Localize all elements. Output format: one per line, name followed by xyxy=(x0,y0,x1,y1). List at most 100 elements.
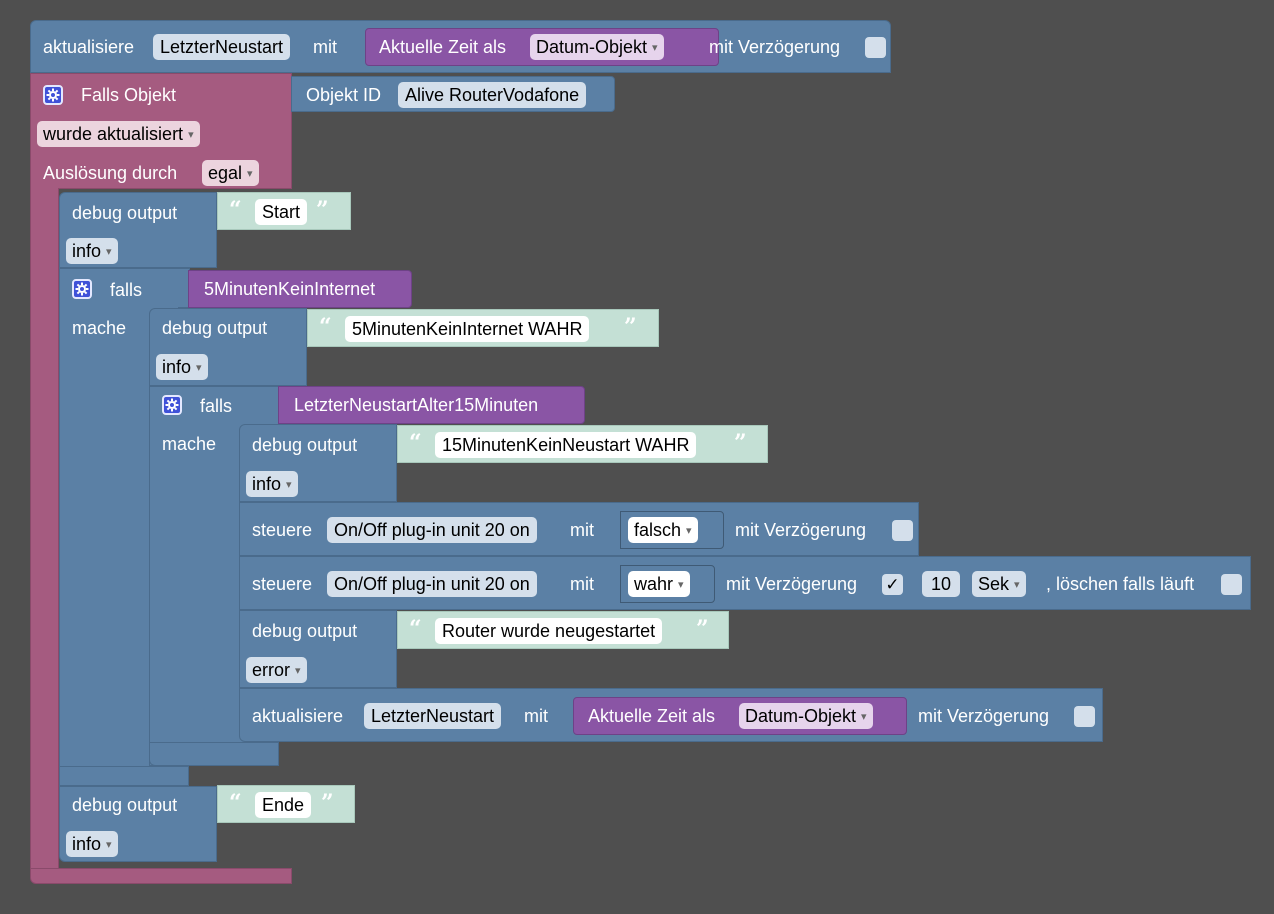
text-block-15min[interactable]: “ 15MinutenKeinNeustart WAHR ” xyxy=(397,425,768,463)
do-label: mache xyxy=(72,318,127,338)
text-block-5min[interactable]: “ 5MinutenKeinInternet WAHR ” xyxy=(307,309,659,347)
open-quote-icon: “ xyxy=(409,616,422,642)
chevron-down-icon: ▾ xyxy=(247,168,253,181)
update-keyword: aktualisiere xyxy=(252,706,344,726)
current-time-block[interactable]: Aktuelle Zeit als Datum-Objekt ▾ xyxy=(573,697,907,735)
trigger-bottom xyxy=(30,868,292,884)
control-block-1[interactable]: steuere On/Off plug-in unit 20 on mit fa… xyxy=(239,502,919,556)
delay-checkbox[interactable] xyxy=(892,520,913,541)
trigger-block[interactable]: Falls Objekt wurde aktualisiert ▾ Auslösu… xyxy=(30,73,292,189)
level-dropdown[interactable]: info ▾ xyxy=(66,238,118,264)
delay-amount-field[interactable]: 10 xyxy=(922,571,961,597)
gear-icon[interactable] xyxy=(43,85,63,105)
level-dropdown[interactable]: info ▾ xyxy=(156,354,208,380)
control-block-2[interactable]: steuere On/Off plug-in unit 20 on mit wa… xyxy=(239,556,1251,610)
time-format-value: Datum-Objekt xyxy=(536,37,648,57)
value-dropdown[interactable]: wahr ▾ xyxy=(628,571,690,597)
update-keyword: aktualisiere xyxy=(43,37,135,57)
chevron-down-icon: ▾ xyxy=(286,479,292,492)
condition-15min[interactable]: LetzterNeustartAlter15Minuten xyxy=(278,386,585,424)
text-field-router[interactable]: Router wurde neugestartet xyxy=(435,618,663,644)
with-label: mit xyxy=(570,520,594,540)
text-field-start[interactable]: Start xyxy=(255,199,308,225)
gear-icon[interactable] xyxy=(72,279,92,299)
close-quote-icon: ” xyxy=(734,430,747,456)
condition-label: LetzterNeustartAlter15Minuten xyxy=(294,395,539,415)
value-block[interactable]: wahr ▾ xyxy=(620,565,715,603)
delay-checkbox[interactable]: ✓ xyxy=(882,574,903,595)
delay-label: mit Verzögerung xyxy=(709,37,841,57)
chevron-down-icon: ▾ xyxy=(1014,579,1020,592)
chevron-down-icon: ▾ xyxy=(652,42,658,55)
text-block-router[interactable]: “ Router wurde neugestartet ” xyxy=(397,611,729,649)
event-value: wurde aktualisiert xyxy=(43,124,184,144)
event-dropdown[interactable]: wurde aktualisiert ▾ xyxy=(37,121,200,147)
device-field[interactable]: On/Off plug-in unit 20 on xyxy=(327,571,537,597)
delay-checkbox[interactable] xyxy=(1074,706,1095,727)
open-quote-icon: “ xyxy=(229,197,242,223)
delay-unit-dropdown[interactable]: Sek ▾ xyxy=(972,571,1026,597)
debug-label: debug output xyxy=(72,203,178,223)
text-field-end[interactable]: Ende xyxy=(255,792,312,818)
update-block-inner[interactable]: aktualisiere LetzterNeustart mit Aktuell… xyxy=(239,688,1103,742)
delay-label: mit Verzögerung xyxy=(918,706,1050,726)
level-value: info xyxy=(72,834,102,854)
condition-label: 5MinutenKeinInternet xyxy=(204,279,376,299)
value-block[interactable]: falsch ▾ xyxy=(620,511,724,549)
chevron-down-icon: ▾ xyxy=(678,579,684,592)
delay-unit-value: Sek xyxy=(978,574,1010,594)
text-block-start[interactable]: “ Start ” xyxy=(217,192,351,230)
debug-5min-block[interactable]: debug output info ▾ xyxy=(149,308,307,386)
close-quote-icon: ” xyxy=(696,616,709,642)
current-time-label: Aktuelle Zeit als xyxy=(588,706,716,726)
time-format-dropdown[interactable]: Datum-Objekt ▾ xyxy=(530,34,664,60)
trigger-by-label: Auslösung durch xyxy=(43,163,178,183)
trigger-by-dropdown[interactable]: egal ▾ xyxy=(202,160,259,186)
debug-15min-block[interactable]: debug output info ▾ xyxy=(239,424,397,502)
if-block-1-bottom xyxy=(59,766,189,786)
text-field-15min[interactable]: 15MinutenKeinNeustart WAHR xyxy=(435,432,697,458)
chevron-down-icon: ▾ xyxy=(686,525,692,538)
debug-label: debug output xyxy=(252,621,358,641)
level-dropdown[interactable]: info ▾ xyxy=(66,831,118,857)
object-id-field[interactable]: Alive RouterVodafone xyxy=(398,82,587,108)
object-id-block[interactable]: Objekt ID Alive RouterVodafone xyxy=(291,76,615,112)
condition-5min[interactable]: 5MinutenKeinInternet xyxy=(188,270,412,308)
debug-router-block[interactable]: debug output error ▾ xyxy=(239,610,397,688)
level-dropdown[interactable]: info ▾ xyxy=(246,471,298,497)
trigger-by-value: egal xyxy=(208,163,243,183)
text-block-end[interactable]: “ Ende ” xyxy=(217,785,355,823)
control-keyword: steuere xyxy=(252,574,313,594)
delay-checkbox[interactable] xyxy=(865,37,886,58)
text-field-5min[interactable]: 5MinutenKeinInternet WAHR xyxy=(345,316,590,342)
debug-start-block[interactable]: debug output info ▾ xyxy=(59,192,217,268)
device-field[interactable]: On/Off plug-in unit 20 on xyxy=(327,517,537,543)
chevron-down-icon: ▾ xyxy=(106,839,112,852)
open-quote-icon: “ xyxy=(229,790,242,816)
with-label: mit xyxy=(570,574,594,594)
variable-field[interactable]: LetzterNeustart xyxy=(364,703,502,729)
gear-icon[interactable] xyxy=(162,395,182,415)
current-time-block[interactable]: Aktuelle Zeit als Datum-Objekt ▾ xyxy=(365,28,719,66)
value-dropdown[interactable]: falsch ▾ xyxy=(628,517,698,543)
close-quote-icon: ” xyxy=(316,197,329,223)
object-id-label: Objekt ID xyxy=(306,85,382,105)
level-dropdown[interactable]: error ▾ xyxy=(246,657,307,683)
with-label: mit xyxy=(524,706,548,726)
do-label: mache xyxy=(162,434,217,454)
value-text: wahr xyxy=(634,574,674,594)
open-quote-icon: “ xyxy=(409,430,422,456)
delay-label: mit Verzögerung xyxy=(726,574,858,594)
trigger-title: Falls Objekt xyxy=(81,85,177,105)
debug-end-block[interactable]: debug output info ▾ xyxy=(59,786,217,862)
if-block-2-bottom xyxy=(149,742,279,766)
if-label: falls xyxy=(110,280,143,300)
clear-checkbox[interactable] xyxy=(1221,574,1242,595)
time-format-dropdown[interactable]: Datum-Objekt ▾ xyxy=(739,703,873,729)
delay-label: mit Verzögerung xyxy=(735,520,867,540)
level-value: error xyxy=(252,660,291,680)
close-quote-icon: ” xyxy=(321,790,334,816)
variable-field[interactable]: LetzterNeustart xyxy=(153,34,291,60)
trigger-spine xyxy=(30,188,59,870)
update-block-top[interactable]: aktualisiere LetzterNeustart mit Aktuell… xyxy=(30,20,891,73)
